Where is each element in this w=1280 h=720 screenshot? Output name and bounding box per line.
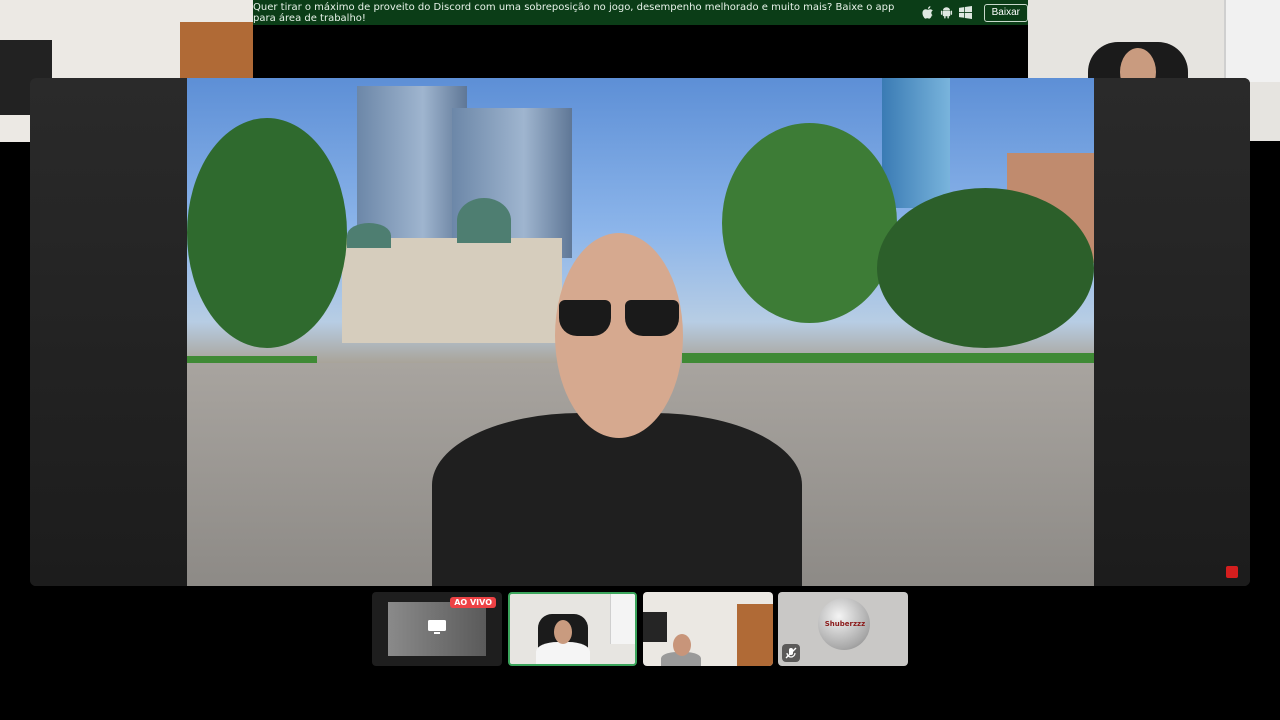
platform-icons bbox=[921, 6, 972, 19]
window-blinds bbox=[610, 594, 635, 644]
participant-tile[interactable] bbox=[643, 592, 773, 666]
stage-left-bg bbox=[30, 78, 187, 586]
screen-share-stream[interactable] bbox=[187, 78, 1094, 586]
live-badge: AO VIVO bbox=[450, 597, 496, 608]
desktop-app-banner: Quer tirar o máximo de proveito do Disco… bbox=[253, 0, 1028, 25]
tree bbox=[187, 118, 347, 348]
live-indicator-icon bbox=[1226, 566, 1238, 578]
avatar-logo-text: Shuberzzz bbox=[824, 620, 866, 628]
participant-head bbox=[554, 620, 572, 644]
mic-muted-icon bbox=[782, 644, 800, 662]
stream-preview-tile[interactable]: AO VIVO bbox=[372, 592, 502, 666]
tree bbox=[722, 123, 897, 323]
participant-tile-speaking[interactable] bbox=[508, 592, 637, 666]
tree bbox=[877, 188, 1094, 348]
avatar-tile[interactable]: Shuberzzz bbox=[778, 592, 908, 666]
building-dome bbox=[347, 223, 391, 248]
download-button[interactable]: Baixar bbox=[983, 3, 1028, 22]
main-stage[interactable] bbox=[30, 78, 1250, 586]
windows-icon[interactable] bbox=[958, 6, 972, 19]
stage-right-bg bbox=[1094, 78, 1250, 586]
sunglasses-icon bbox=[625, 300, 679, 336]
apple-icon[interactable] bbox=[921, 6, 934, 19]
screen-share-icon bbox=[428, 620, 446, 634]
monitor-background bbox=[643, 612, 667, 642]
building-dome bbox=[457, 198, 511, 243]
sunglasses-icon bbox=[559, 300, 611, 336]
historic-building bbox=[342, 238, 562, 343]
streamer-body bbox=[432, 413, 802, 586]
glass-skyscraper bbox=[882, 78, 950, 208]
participant-body bbox=[536, 642, 590, 664]
android-icon[interactable] bbox=[940, 6, 953, 19]
wooden-door bbox=[737, 604, 773, 666]
banner-message: Quer tirar o máximo de proveito do Disco… bbox=[253, 1, 895, 24]
participant-head bbox=[673, 634, 691, 656]
window-blinds bbox=[1224, 0, 1280, 82]
